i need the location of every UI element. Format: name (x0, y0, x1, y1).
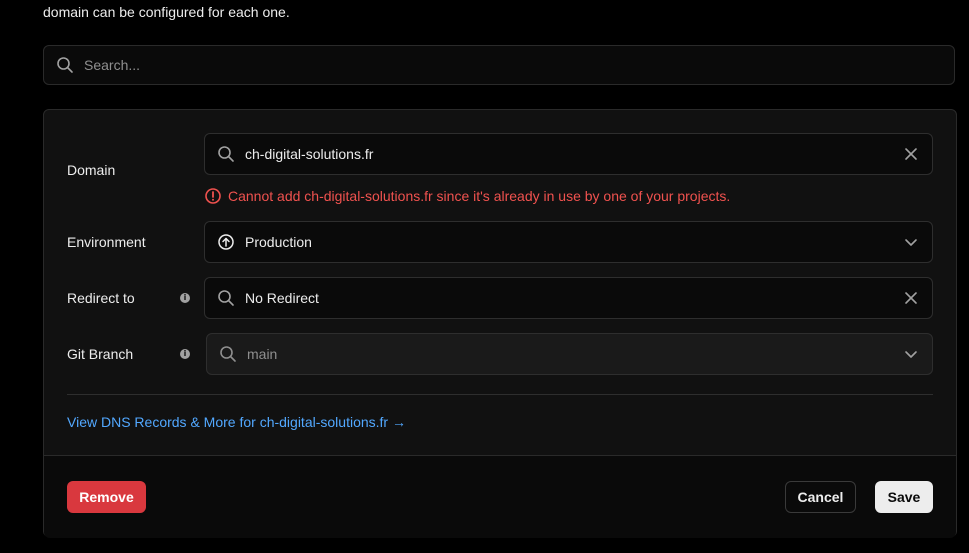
search-input[interactable] (84, 46, 954, 84)
info-icon[interactable]: i (180, 349, 190, 359)
domain-input[interactable]: ch-digital-solutions.fr (245, 146, 902, 162)
search-icon (217, 289, 235, 307)
domain-field[interactable]: ch-digital-solutions.fr (204, 133, 933, 175)
remove-button[interactable]: Remove (67, 481, 146, 513)
domain-search-bar[interactable] (43, 45, 955, 85)
domain-settings-card: Domain ch-digital-solutions.fr Cannot ad… (43, 109, 957, 538)
domain-error-message: Cannot add ch-digital-solutions.fr since… (204, 186, 730, 206)
card-footer: Remove Cancel Save (44, 455, 956, 538)
search-icon (217, 145, 235, 163)
divider (67, 394, 933, 395)
domain-error-text: Cannot add ch-digital-solutions.fr since… (228, 188, 731, 204)
cancel-button[interactable]: Cancel (785, 481, 856, 513)
git-branch-select[interactable]: main (206, 333, 933, 375)
redirect-field[interactable]: No Redirect (204, 277, 933, 319)
chevron-down-icon[interactable] (902, 345, 920, 363)
alert-circle-icon (204, 187, 222, 205)
search-icon (219, 345, 237, 363)
git-branch-placeholder[interactable]: main (247, 346, 902, 362)
domain-label: Domain (67, 162, 116, 178)
chevron-down-icon[interactable] (902, 233, 920, 251)
close-icon[interactable] (902, 289, 920, 307)
environment-select[interactable]: Production (204, 221, 933, 263)
redirect-label: Redirect to (67, 290, 135, 306)
redirect-value[interactable]: No Redirect (245, 290, 902, 306)
git-branch-label: Git Branch (67, 346, 134, 362)
environment-label: Environment (67, 234, 146, 250)
environment-value: Production (245, 234, 312, 250)
close-icon[interactable] (902, 145, 920, 163)
arrow-up-circle-icon (217, 233, 235, 251)
view-dns-records-link[interactable]: View DNS Records & More for ch-digital-s… (67, 412, 406, 432)
search-icon (56, 56, 74, 74)
info-icon[interactable]: i (180, 293, 190, 303)
intro-text: domain can be configured for each one. (43, 4, 290, 20)
save-button[interactable]: Save (875, 481, 933, 513)
